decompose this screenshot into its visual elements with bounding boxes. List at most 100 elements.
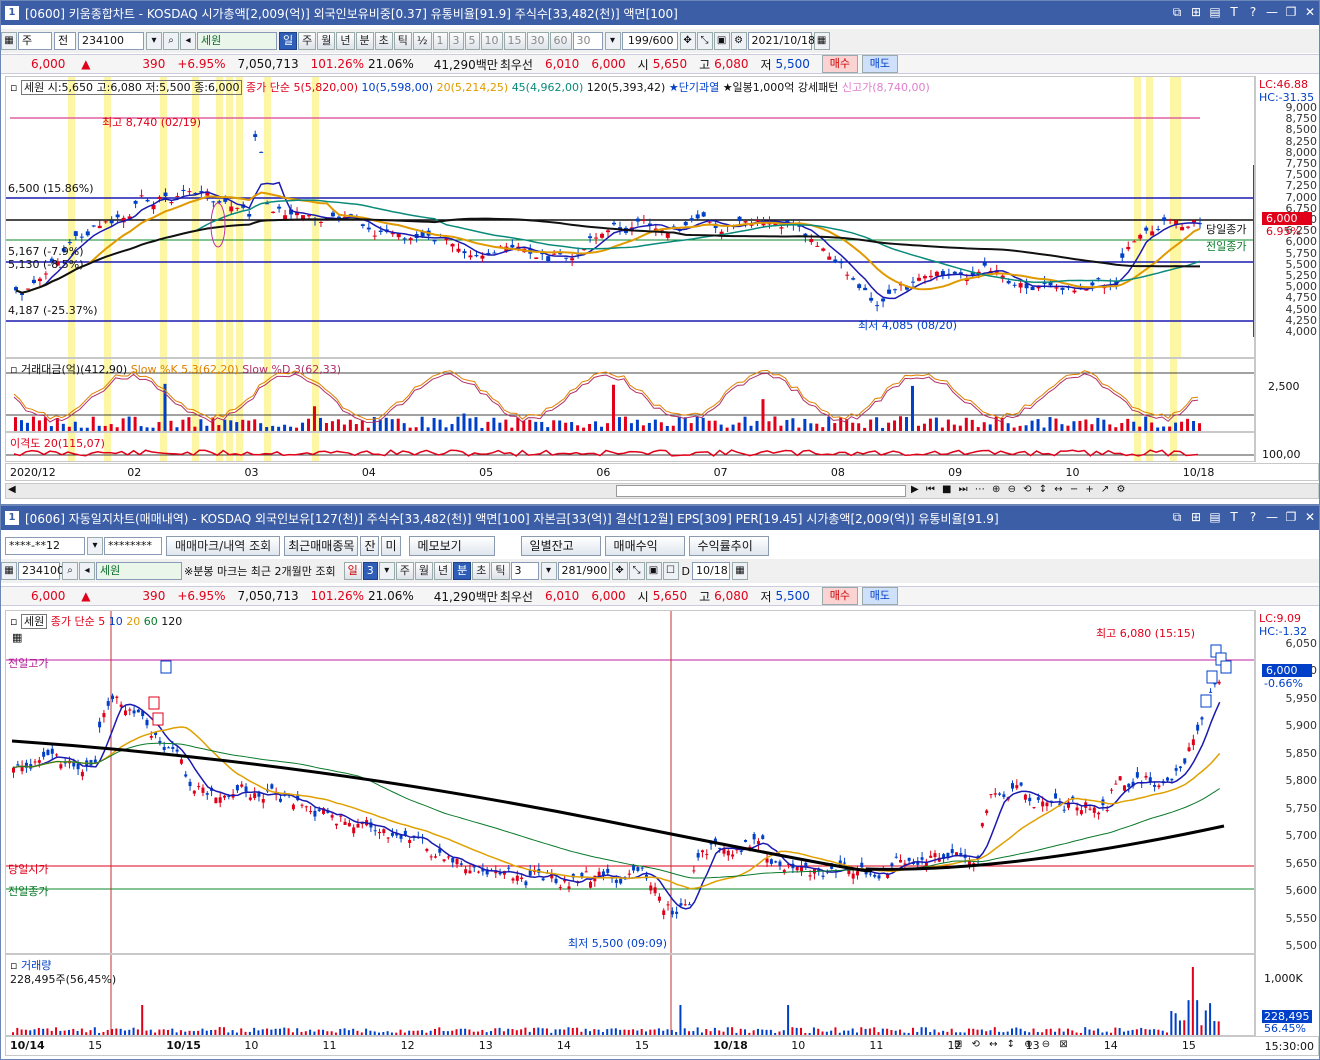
interval-10[interactable]: 10 <box>480 32 503 50</box>
text-icon[interactable]: T <box>1227 509 1241 525</box>
text-icon[interactable]: T <box>1227 4 1241 20</box>
account-select[interactable]: ****-**12 <box>5 537 85 555</box>
period-year[interactable]: 년 <box>336 32 355 50</box>
tool-icon[interactable]: ⤡ <box>696 32 713 50</box>
close-icon[interactable]: ✕ <box>1303 509 1317 525</box>
period-tick[interactable]: 틱 <box>393 32 412 50</box>
dropdown-icon[interactable]: ▾ <box>87 537 103 555</box>
period-minute[interactable]: 분 <box>355 32 374 50</box>
help-icon[interactable]: ? <box>1246 509 1260 525</box>
stock-code-input[interactable]: 234100 <box>78 32 144 50</box>
table-icon[interactable]: ▦ <box>12 631 22 644</box>
period-second[interactable]: 초 <box>374 32 393 50</box>
pan-icon[interactable]: ✥ <box>679 32 696 50</box>
gear-icon[interactable]: ⚙ <box>730 32 747 50</box>
range-mode-select[interactable]: 전 <box>54 32 76 50</box>
minute-price-pane[interactable]: ▫ 세원 종가 단순 5 10 20 60 120 ▦ 전일고가 당일시가 전일… <box>5 610 1255 954</box>
period-week[interactable]: 주 <box>395 562 414 580</box>
date-input[interactable]: 2021/10/18 <box>747 32 815 50</box>
restore-icon[interactable]: ❐ <box>1284 509 1298 525</box>
scroll-left-icon[interactable]: ◀ <box>8 484 16 495</box>
restore-icon[interactable]: ❐ <box>1284 4 1298 20</box>
volume-bar <box>485 1032 488 1035</box>
day-count[interactable]: 3 <box>362 562 378 580</box>
interval-3[interactable]: 3 <box>448 32 464 50</box>
close-icon[interactable]: ✕ <box>1303 4 1317 20</box>
memo-view-button[interactable]: 메모보기 <box>408 536 495 556</box>
minute-interval-input[interactable]: 3 <box>510 562 539 580</box>
password-field[interactable]: ******** <box>104 537 162 555</box>
balance-button[interactable]: 잔 <box>360 536 380 556</box>
dropdown-icon[interactable]: ▾ <box>540 562 557 580</box>
checkbox-icon[interactable]: ☐ <box>662 562 679 580</box>
bar-count-input[interactable]: 281/900 <box>557 562 610 580</box>
dropdown-icon[interactable]: ▾ <box>146 32 162 50</box>
save-icon[interactable]: ▣ <box>645 562 662 580</box>
trade-profit-button[interactable]: 매매수익 <box>604 536 685 556</box>
link-icon[interactable]: ⧉ <box>1170 509 1184 525</box>
period-minute[interactable]: 분 <box>453 562 472 580</box>
trade-amount-stochastic-pane[interactable]: ▫ 거래대금(억)(412,90) Slow %K 5,3(62,20) Slo… <box>5 358 1255 432</box>
daily-scrollbar[interactable]: ◀ ▶ ⏮ ■ ⏭ ⋯ ⊕ ⊖ ⟲ ↕ ↔ − + ↗ ⚙ <box>5 483 1319 499</box>
period-second[interactable]: 초 <box>472 562 491 580</box>
date-input[interactable]: 10/18 <box>692 562 731 580</box>
trade-mark-query-button[interactable]: 매매마크/내역 조회 <box>166 536 281 556</box>
interval-15[interactable]: 15 <box>503 32 526 50</box>
minute-volume-pane[interactable]: ▫ 거래량 228,495주(56,45%) <box>5 954 1255 1036</box>
bar-count-input[interactable]: 199/600 <box>621 32 678 50</box>
scroll-thumb[interactable] <box>616 485 906 497</box>
calendar-icon[interactable]: ▦ <box>732 562 749 580</box>
help-icon[interactable]: ? <box>1246 4 1260 20</box>
dropdown-icon[interactable]: ▾ <box>604 32 621 50</box>
sell-button[interactable]: 매도 <box>861 587 898 605</box>
return-trend-button[interactable]: 수익률추이 <box>688 536 769 556</box>
buy-button[interactable]: 매수 <box>821 55 858 73</box>
scroll-controls[interactable]: ⊞ ⟲ ↔ ↕ ⊕ ⊖ ⊠ <box>954 1039 1071 1050</box>
interval-5[interactable]: 5 <box>464 32 480 50</box>
daily-balance-button[interactable]: 일별잔고 <box>520 536 601 556</box>
grid-icon[interactable]: ▦ <box>1 32 17 50</box>
stock-name-field[interactable]: 세원 <box>197 32 277 50</box>
volume-bar <box>42 1028 45 1035</box>
sell-button[interactable]: 매도 <box>861 55 898 73</box>
memo-icon[interactable]: ▤ <box>1208 4 1222 20</box>
search-icon[interactable]: ⌕ <box>163 32 179 50</box>
volume-bar <box>520 1029 523 1035</box>
stock-code-input[interactable]: 234100 <box>18 562 64 580</box>
disparity-pane[interactable]: 이격도 20(115,07) <box>5 432 1255 462</box>
period-year[interactable]: 년 <box>434 562 453 580</box>
calendar-icon[interactable]: ▦ <box>813 32 830 50</box>
unfilled-button[interactable]: 미 <box>381 536 401 556</box>
tool-icon[interactable]: ⤡ <box>628 562 645 580</box>
period-half[interactable]: ½ <box>412 32 432 50</box>
period-week[interactable]: 주 <box>298 32 317 50</box>
period-month[interactable]: 월 <box>317 32 336 50</box>
dropdown-icon[interactable]: ▾ <box>378 562 395 580</box>
memo-icon[interactable]: ▤ <box>1208 509 1222 525</box>
grid-icon[interactable]: ▦ <box>1 562 17 580</box>
save-icon[interactable]: ▣ <box>713 32 730 50</box>
period-month[interactable]: 월 <box>414 562 434 580</box>
pin-icon[interactable]: ⊞ <box>1189 4 1203 20</box>
minimize-icon[interactable]: — <box>1265 4 1279 20</box>
pan-icon[interactable]: ✥ <box>611 562 628 580</box>
scroll-controls[interactable]: ▶ ⏮ ■ ⏭ ⋯ ⊕ ⊖ ⟲ ↕ ↔ − + ↗ ⚙ <box>911 484 1127 495</box>
period-mode-select[interactable]: 주 <box>18 32 52 50</box>
interval-60[interactable]: 60 <box>549 32 572 50</box>
interval-30[interactable]: 30 <box>526 32 549 50</box>
minimize-icon[interactable]: — <box>1265 509 1279 525</box>
period-tick[interactable]: 틱 <box>491 562 510 580</box>
interval-input[interactable]: 30 <box>572 32 603 50</box>
link-icon[interactable]: ⧉ <box>1170 4 1184 20</box>
interval-1[interactable]: 1 <box>432 32 448 50</box>
pin-icon[interactable]: ⊞ <box>1189 509 1203 525</box>
recent-trades-button[interactable]: 최근매매종목 <box>284 536 359 556</box>
period-day[interactable]: 일 <box>343 562 362 580</box>
stock-name-field[interactable]: 세원 <box>96 562 182 580</box>
period-day[interactable]: 일 <box>279 32 298 50</box>
speaker-icon[interactable]: ◂ <box>79 562 95 580</box>
speaker-icon[interactable]: ◂ <box>180 32 196 50</box>
buy-button[interactable]: 매수 <box>821 587 858 605</box>
search-icon[interactable]: ⌕ <box>62 562 78 580</box>
daily-price-pane[interactable]: ▫ 세원 시:5,650 고:6,080 저:5,500 종:6,000 종가 … <box>5 76 1255 358</box>
